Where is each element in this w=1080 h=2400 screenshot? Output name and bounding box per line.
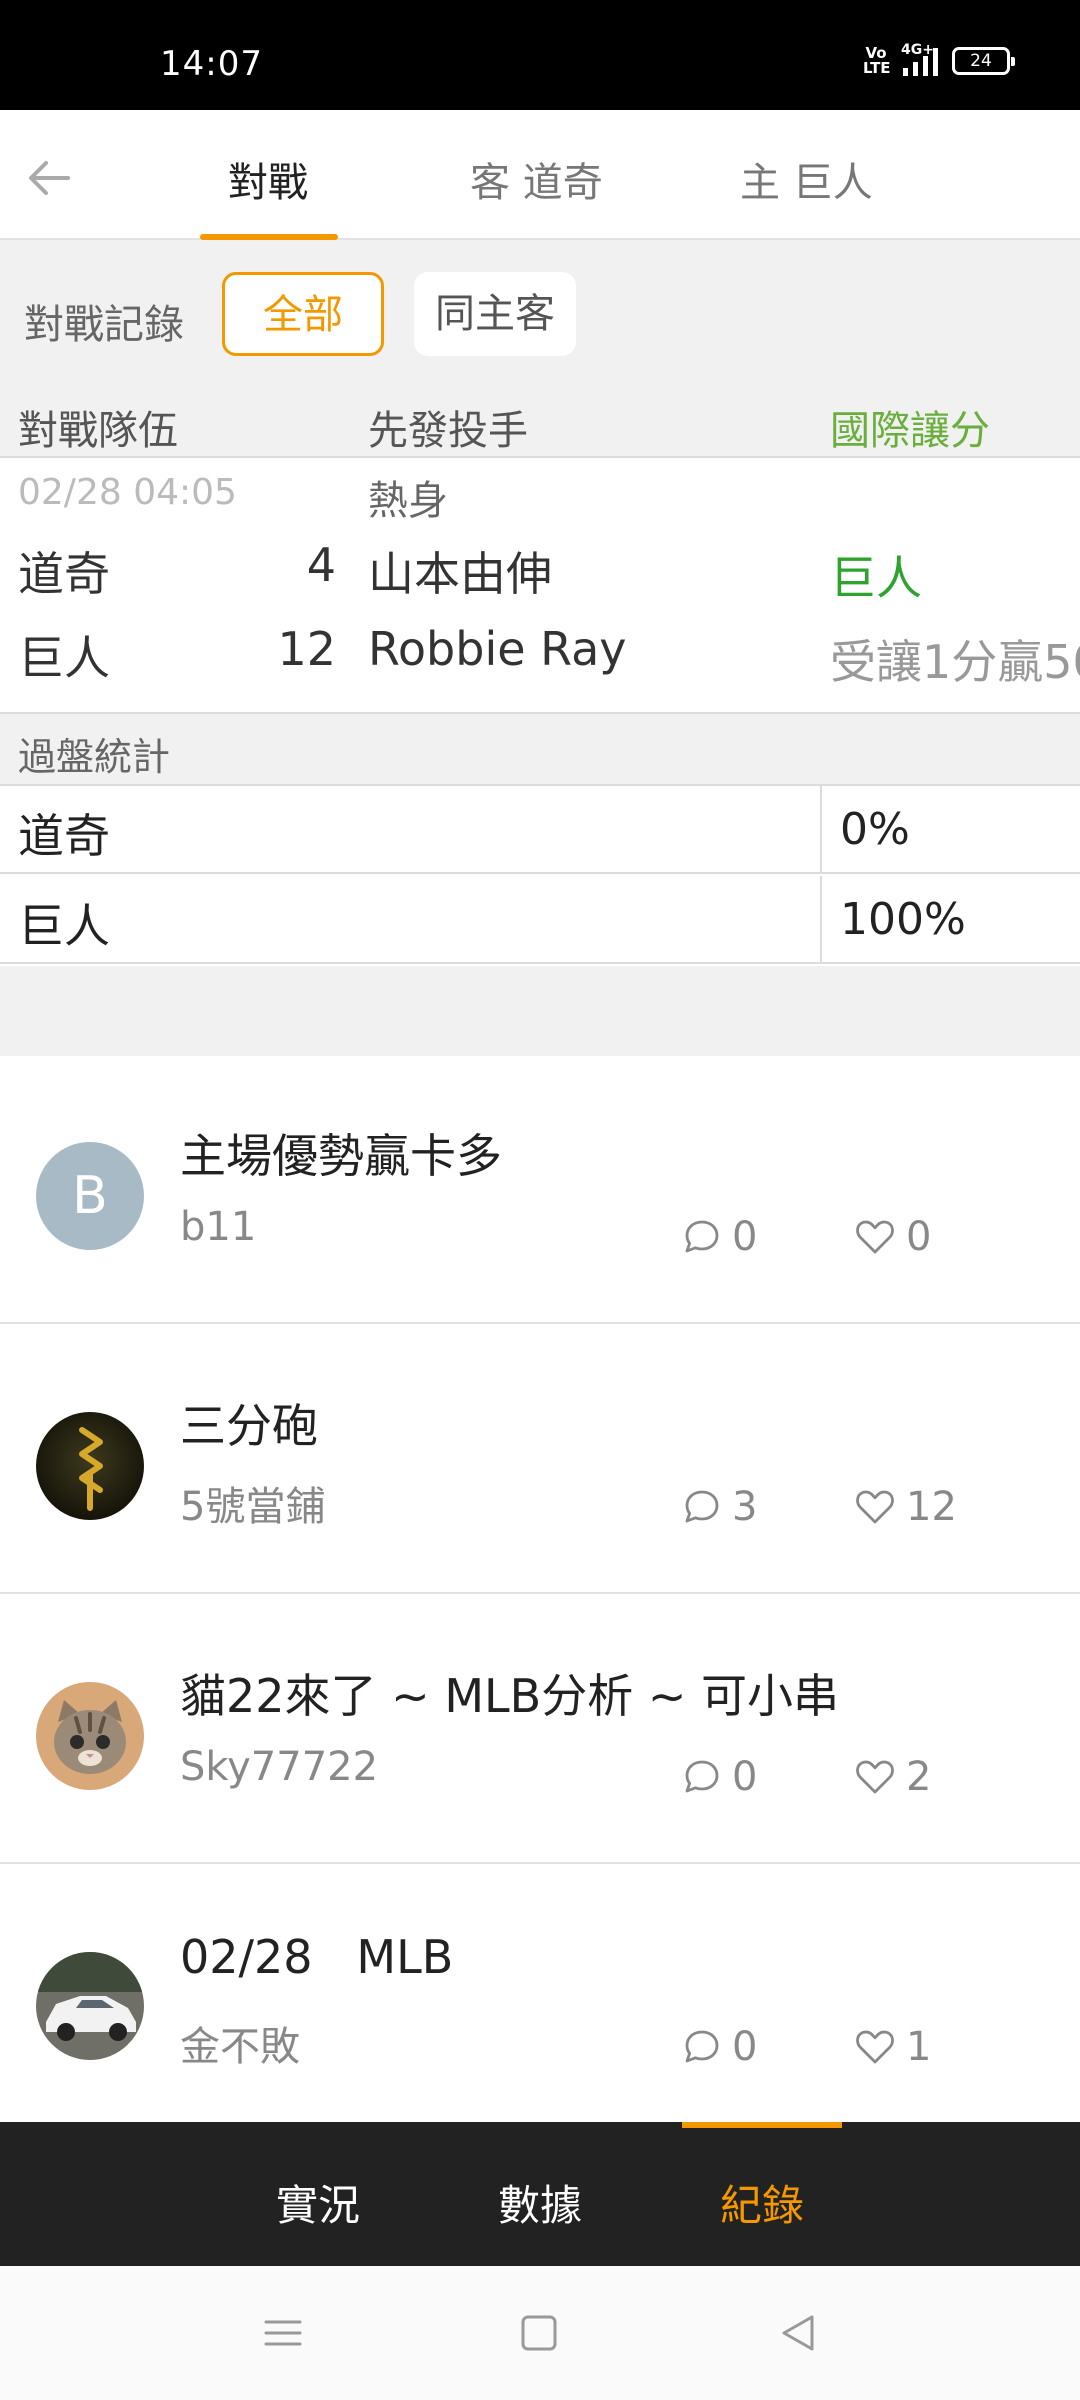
tab-records[interactable]: 紀錄	[720, 2172, 804, 2233]
cover-stats-team: 道奇	[18, 809, 110, 863]
avatar[interactable]: B	[36, 1142, 144, 1250]
like-count[interactable]: 12	[854, 1484, 957, 1530]
menu-icon	[264, 2320, 302, 2346]
cover-stats-team: 巨人	[18, 899, 110, 953]
post-item[interactable]: 貓22來了 ~ MLB分析 ~ 可小串 Sky77722 0 2	[0, 1596, 1080, 1864]
status-time: 14:07	[160, 44, 263, 84]
tab-matchup[interactable]: 對戰	[228, 150, 308, 208]
system-back-button[interactable]	[774, 2308, 824, 2358]
filter-label: 對戰記錄	[24, 302, 184, 348]
home-team-name: 巨人	[18, 631, 110, 685]
like-count[interactable]: 0	[854, 1214, 931, 1260]
volte-icon: Vo LTE	[863, 44, 891, 77]
signal-icon: 4G+	[901, 42, 938, 76]
heart-icon	[856, 1490, 894, 1524]
menu-button[interactable]	[258, 2308, 308, 2358]
avatar[interactable]	[36, 1682, 144, 1790]
handicap-team: 巨人	[830, 551, 922, 605]
post-author: b11	[180, 1204, 257, 1250]
game-date: 02/28 04:05	[18, 472, 237, 513]
away-team-score: 4	[306, 538, 336, 592]
away-team-name: 道奇	[18, 547, 110, 601]
header-handicap: 國際讓分	[830, 408, 990, 454]
post-item[interactable]: B 主場優勢贏卡多 b11 0 0	[0, 1056, 1080, 1324]
tab-away-team[interactable]: 客 道奇	[470, 150, 603, 208]
heart-icon	[856, 1760, 894, 1794]
home-team-score: 12	[277, 622, 336, 676]
like-count-value: 2	[906, 1754, 932, 1800]
heart-icon	[856, 1220, 894, 1254]
active-bottom-tab-indicator	[682, 2122, 842, 2128]
post-title[interactable]: 主場優勢贏卡多	[180, 1120, 502, 1186]
post-title[interactable]: 貓22來了 ~ MLB分析 ~ 可小串	[180, 1660, 839, 1726]
battery-level: 24	[970, 51, 992, 71]
back-button[interactable]	[20, 148, 80, 208]
cover-stats-pct: 100%	[840, 894, 966, 945]
post-item[interactable]: 02/28 MLB 金不敗 0 1	[0, 1866, 1080, 2134]
post-item[interactable]: 三分砲 5號當鋪 3 12	[0, 1326, 1080, 1594]
avatar[interactable]	[36, 1952, 144, 2060]
triangle-back-icon	[782, 2315, 814, 2351]
handicap-result: 受讓1分贏50	[830, 635, 1080, 689]
cover-stats-row: 巨人 100%	[0, 876, 1080, 964]
comment-bubble-icon	[685, 1760, 719, 1793]
header-pitchers: 先發投手	[368, 408, 528, 454]
status-bar: 14:07 Vo LTE 4G+ 24	[0, 0, 1080, 110]
cover-stats-pct: 0%	[840, 804, 910, 855]
bottom-tab-bar: 實況 數據 紀錄	[0, 2122, 1080, 2266]
comment-count-value: 3	[732, 1484, 758, 1530]
like-count-value: 12	[906, 1484, 957, 1530]
comment-bubble-icon	[685, 2030, 719, 2063]
comment-count-value: 0	[732, 2024, 758, 2070]
cover-stats-header: 過盤統計	[0, 714, 1080, 786]
comment-count[interactable]: 0	[682, 1754, 757, 1800]
matchup-table-header: 對戰隊伍 先發投手 國際讓分	[0, 390, 1080, 458]
cat-avatar-icon	[36, 1682, 144, 1790]
record-filter: 對戰記錄 全部 同主客	[0, 240, 1080, 390]
like-count[interactable]: 1	[854, 2024, 931, 2070]
filter-same-home-away-button[interactable]: 同主客	[414, 272, 576, 356]
tab-stats[interactable]: 數據	[498, 2172, 582, 2233]
comment-count[interactable]: 0	[682, 1214, 757, 1260]
header-teams: 對戰隊伍	[18, 408, 178, 454]
cover-stats-row: 道奇 0%	[0, 786, 1080, 874]
comment-count[interactable]: 0	[682, 2024, 757, 2070]
home-button[interactable]	[514, 2308, 564, 2358]
away-pitcher: 山本由伸	[368, 547, 552, 601]
logo-avatar-icon	[36, 1412, 144, 1520]
game-status: 熱身	[368, 478, 448, 524]
cover-stats-title: 過盤統計	[18, 735, 171, 779]
comment-count[interactable]: 3	[682, 1484, 757, 1530]
comment-bubble-icon	[685, 1490, 719, 1523]
top-nav: 對戰 客 道奇 主 巨人	[0, 110, 1080, 240]
system-nav-bar	[0, 2266, 1080, 2400]
network-type: 4G+	[901, 42, 934, 58]
home-pitcher: Robbie Ray	[368, 622, 627, 676]
post-author: 5號當鋪	[180, 1484, 326, 1530]
column-divider	[820, 876, 822, 962]
tab-home-team[interactable]: 主 巨人	[740, 150, 873, 208]
avatar[interactable]	[36, 1412, 144, 1520]
square-home-icon	[521, 2315, 557, 2351]
comment-count-value: 0	[732, 1754, 758, 1800]
post-author: Sky77722	[180, 1744, 379, 1790]
like-count-value: 0	[906, 1214, 932, 1260]
comment-count-value: 0	[732, 1214, 758, 1260]
comment-bubble-icon	[685, 1220, 719, 1253]
filter-all-button[interactable]: 全部	[222, 272, 384, 356]
status-icons: Vo LTE 4G+ 24	[863, 42, 1015, 77]
section-gap	[0, 966, 1080, 1056]
heart-icon	[856, 2030, 894, 2064]
arrow-left-icon	[29, 161, 70, 195]
like-count-value: 1	[906, 2024, 932, 2070]
like-count[interactable]: 2	[854, 1754, 931, 1800]
battery-icon: 24	[952, 47, 1015, 75]
tab-live[interactable]: 實況	[276, 2172, 360, 2233]
column-divider	[820, 786, 822, 872]
matchup-row[interactable]: 02/28 04:05 熱身 道奇 4 山本由伸 巨人 巨人 12 Robbie…	[0, 458, 1080, 714]
post-author: 金不敗	[180, 2024, 300, 2070]
post-title[interactable]: 02/28 MLB	[180, 1930, 453, 1984]
post-title[interactable]: 三分砲	[180, 1390, 318, 1456]
car-avatar-icon	[36, 1952, 144, 2060]
